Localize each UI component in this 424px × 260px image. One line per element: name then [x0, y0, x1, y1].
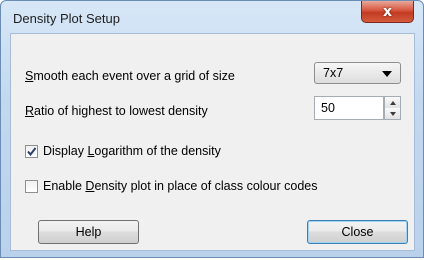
density-ratio-input[interactable]: 50: [314, 96, 384, 120]
checkmark-icon: [27, 146, 37, 156]
density-ratio-label: Ratio of highest to lowest density: [25, 104, 208, 118]
dialog-window: Density Plot Setup x Smooth each event o…: [0, 0, 424, 258]
dialog-body: Smooth each event over a grid of size 7x…: [10, 33, 415, 251]
chevron-down-icon: [382, 71, 392, 77]
arrow-down-icon: [389, 111, 396, 116]
enable-density-checkbox[interactable]: [25, 179, 38, 193]
spin-down-button[interactable]: [385, 108, 400, 119]
window-title: Density Plot Setup: [13, 11, 120, 26]
display-log-checkbox[interactable]: [25, 144, 38, 158]
enable-density-label: Enable Density plot in place of class co…: [43, 179, 318, 193]
density-ratio-spinner: [384, 96, 401, 120]
grid-size-value: 7x7: [323, 66, 344, 80]
close-button[interactable]: Close: [307, 220, 408, 244]
smooth-grid-label: Smooth each event over a grid of size: [25, 69, 235, 83]
close-icon: x: [382, 3, 393, 20]
density-ratio-value: 50: [321, 101, 335, 115]
close-window-button[interactable]: x: [361, 1, 414, 23]
title-bar[interactable]: Density Plot Setup x: [1, 1, 424, 33]
arrow-up-icon: [389, 100, 396, 105]
display-log-option[interactable]: Display Logarithm of the density: [25, 144, 221, 158]
help-button[interactable]: Help: [38, 220, 139, 244]
enable-density-option[interactable]: Enable Density plot in place of class co…: [25, 179, 317, 193]
grid-size-dropdown[interactable]: 7x7: [314, 62, 401, 84]
display-log-label: Display Logarithm of the density: [43, 144, 221, 158]
